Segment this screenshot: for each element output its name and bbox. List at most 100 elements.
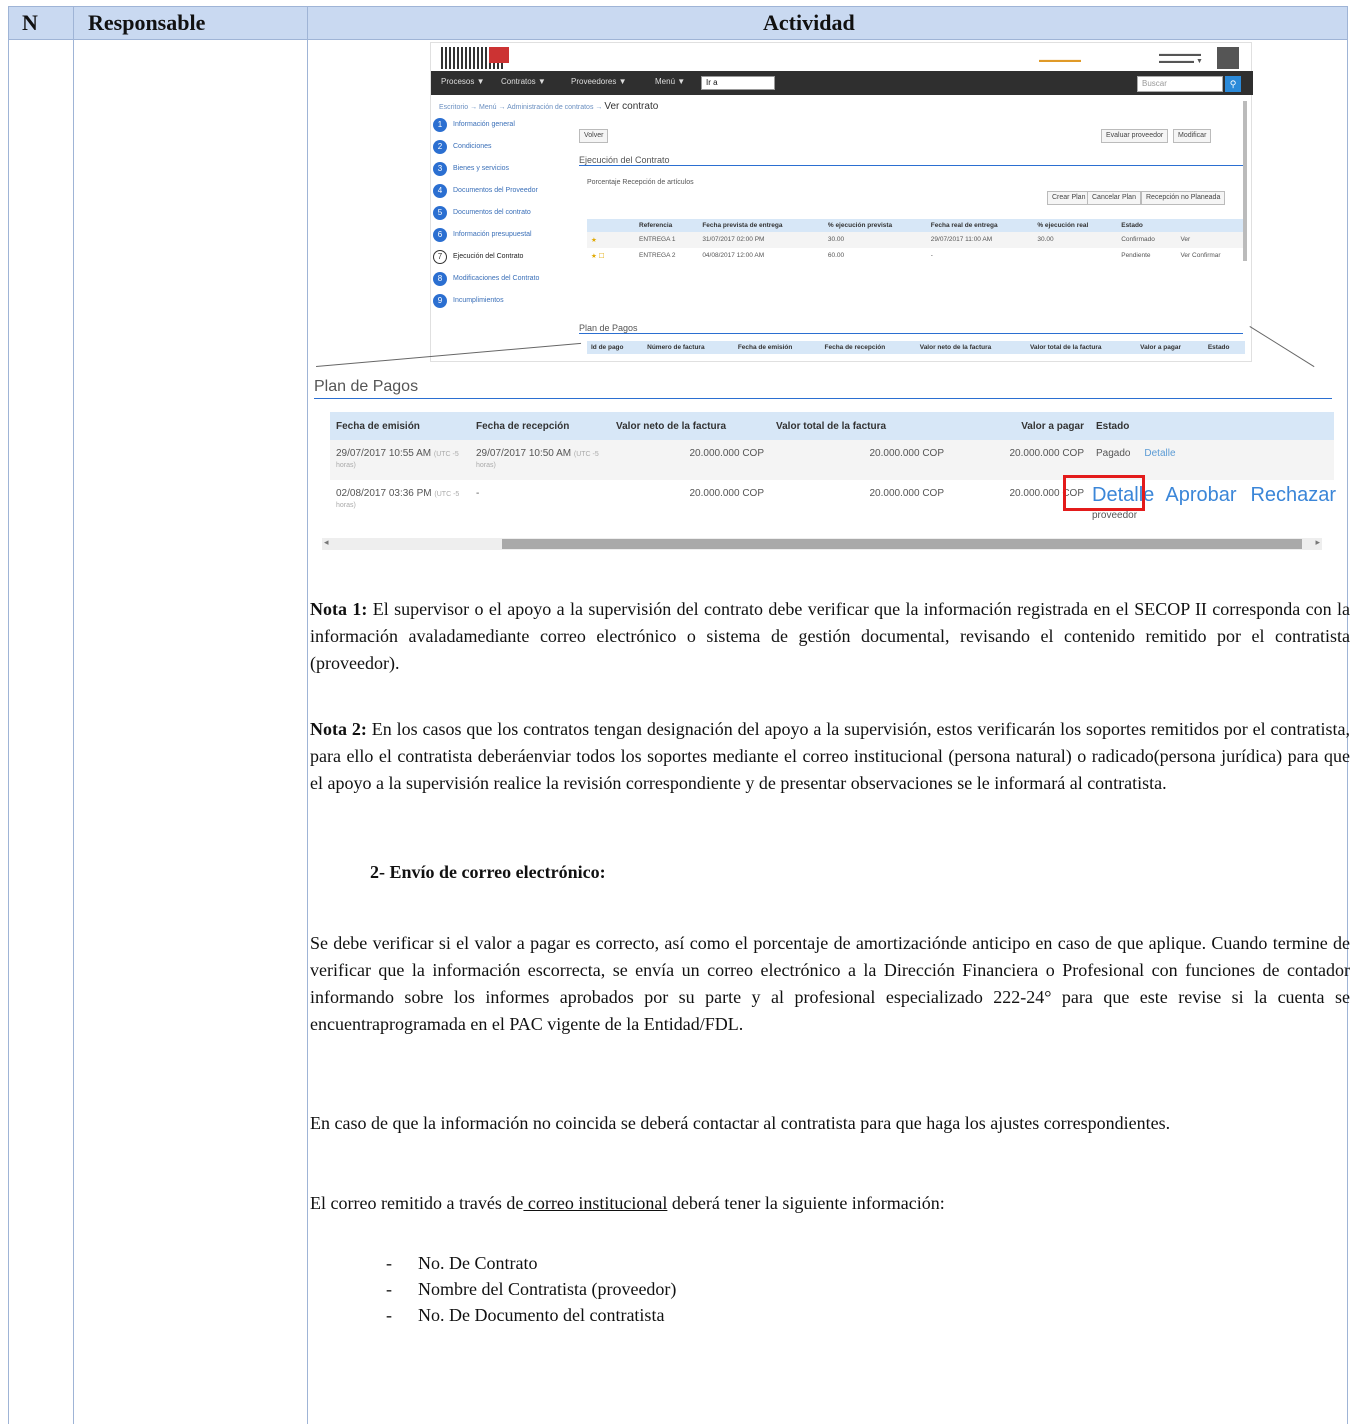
crear-plan-button[interactable]: Crear Plan	[1047, 191, 1091, 205]
user-info: ▬▬▬▬▬▬ ▬▬▬▬▬ ▼	[1159, 51, 1203, 65]
zoom-connector-right	[1249, 326, 1315, 368]
th: Estado	[1117, 219, 1177, 232]
td: 20.000.000 COP	[770, 440, 950, 480]
table-divider-1	[73, 6, 74, 1424]
sidebar-item[interactable]: 8 Modificaciones del Contrato	[431, 271, 565, 293]
td: 20.000.000 COP	[610, 440, 770, 480]
bullet-dash: -	[386, 1279, 392, 1299]
breadcrumb-path[interactable]: Escritorio → Menú → Administración de co…	[439, 104, 602, 111]
td: 20.000.000 COP	[689, 488, 765, 499]
paragraph-3: El correo remitido a través de correo in…	[310, 1190, 1350, 1217]
nav-proveedores[interactable]: Proveedores ▼	[571, 77, 627, 86]
header-responsable: Responsable	[88, 10, 206, 35]
sidebar-item[interactable]: 5 Documentos del contrato	[431, 205, 565, 227]
table-row: 02/08/2017 03:36 PM (UTC -5 horas) - 20.…	[330, 480, 1336, 521]
th	[587, 219, 635, 232]
nav-contratos[interactable]: Contratos ▼	[501, 77, 546, 86]
th: % ejecución prevista	[823, 219, 927, 232]
table-divider-2	[307, 6, 308, 1424]
list-item: - No. De Documento del contratista	[386, 1302, 676, 1328]
nav-select[interactable]: Ir a	[701, 76, 775, 90]
th: Id de pago	[587, 341, 644, 354]
td: ENTREGA 2	[639, 252, 676, 259]
nav-menu[interactable]: Menú ▼	[655, 77, 685, 86]
sidebar-item[interactable]: 4 Documentos del Proveedor	[431, 183, 565, 205]
th: Valor a pagar	[950, 412, 1090, 440]
cancelar-plan-button[interactable]: Cancelar Plan	[1087, 191, 1141, 205]
td: Pagado Detalle	[1090, 440, 1334, 480]
detalle-link[interactable]: Detalle	[1144, 448, 1175, 459]
bullet-dash: -	[386, 1253, 392, 1273]
list-item-text: No. De Documento del contratista	[418, 1305, 665, 1325]
estado: Pagado	[1096, 448, 1131, 459]
radio-options[interactable]: Porcentaje Recepción de artículos	[587, 179, 694, 186]
evaluate-provider-button[interactable]: Evaluar proveedor	[1101, 129, 1169, 143]
table-header-row: Id de pago Número de factura Fecha de em…	[587, 341, 1245, 354]
list-item: - Nombre del Contratista (proveedor)	[386, 1276, 676, 1302]
td: Confirmado	[1121, 236, 1155, 243]
sidebar-item[interactable]: 6 Información presupuestal	[431, 227, 565, 249]
list-item-text: No. De Contrato	[418, 1253, 538, 1273]
rechazar-link[interactable]: Rechazar	[1250, 484, 1336, 506]
sidebar-item-label: Incumplimientos	[453, 297, 504, 304]
star-icon: ★ ☐	[591, 253, 605, 260]
horizontal-scrollbar[interactable]: ◂ ▸	[322, 537, 1322, 550]
th: Referencia	[635, 219, 699, 232]
step-number: 2	[433, 140, 447, 154]
nota-2-label: Nota 2:	[310, 719, 367, 739]
correo-institucional-link[interactable]: correo institucional	[523, 1193, 667, 1213]
sidebar-item[interactable]: 9 Incumplimientos	[431, 293, 565, 315]
scroll-thumb[interactable]	[502, 539, 1302, 549]
sidebar-item-label: Bienes y servicios	[453, 165, 510, 172]
step-number: 1	[433, 118, 447, 132]
scroll-left-icon[interactable]: ◂	[324, 537, 329, 548]
table-row: ★ ☐ ENTREGA 2 04/08/2017 12:00 AM 60.00 …	[587, 248, 1245, 264]
step-number: 7	[433, 250, 447, 264]
vertical-scrollbar[interactable]	[1243, 101, 1247, 261]
avatar[interactable]	[1217, 47, 1239, 69]
sidebar-item-label: Documentos del Proveedor	[453, 187, 538, 194]
th: Valor neto de la factura	[610, 412, 770, 440]
nav-procesos[interactable]: Procesos ▼	[441, 77, 485, 86]
aprobar-link[interactable]: Aprobar	[1165, 484, 1236, 506]
th	[1176, 219, 1245, 232]
header-actividad: Actividad	[763, 10, 855, 35]
execution-table: Referencia Fecha prevista de entrega % e…	[587, 219, 1245, 264]
ver-confirmar-link[interactable]: Ver Confirmar	[1176, 248, 1245, 264]
search-icon[interactable]: ⚲	[1225, 76, 1241, 92]
paragraph-2: En caso de que la información no coincid…	[310, 1113, 1171, 1133]
td: 30.00	[827, 236, 845, 243]
ver-link[interactable]: Ver	[1176, 232, 1245, 248]
back-button[interactable]: Volver	[579, 129, 609, 143]
sidebar: 1 Información general 2 Condiciones 3 Biene…	[431, 117, 565, 315]
estado: proveedor	[1092, 510, 1138, 521]
th: Fecha prevista de entrega	[698, 219, 824, 232]
td: 04/08/2017 12:00 AM	[702, 252, 765, 259]
td: 30.00	[1037, 236, 1054, 243]
table-row: ★ ENTREGA 1 31/07/2017 02:00 PM 30.00 29…	[587, 232, 1245, 248]
step-number: 3	[433, 162, 447, 176]
td: 31/07/2017 02:00 PM	[702, 236, 765, 243]
sidebar-item[interactable]: 2 Condiciones	[431, 139, 565, 161]
td: 20.000.000 COP	[950, 440, 1090, 480]
th: Número de factura	[643, 341, 734, 354]
th: Fecha de emisión	[733, 341, 821, 354]
section-heading: 2- Envío de correo electrónico:	[370, 862, 606, 882]
sidebar-item[interactable]: 1 Información general	[431, 117, 565, 139]
th: Valor a pagar	[1136, 341, 1204, 354]
sidebar-item-active[interactable]: 7 Ejecución del Contrato	[431, 249, 565, 271]
recepcion-button[interactable]: Recepción no Planeada	[1141, 191, 1226, 205]
td: 29/07/2017 11:00 AM	[930, 236, 993, 243]
th: Fecha real de entrega	[926, 219, 1034, 232]
th: Valor total de la factura	[770, 412, 950, 440]
nota-1-label: Nota 1:	[310, 599, 368, 619]
th: Valor neto de la factura	[915, 341, 1026, 354]
search-input[interactable]: Buscar	[1137, 76, 1223, 92]
step-number: 8	[433, 272, 447, 286]
step-number: 5	[433, 206, 447, 220]
plan-pagos-underline	[314, 398, 1332, 399]
td: 20.000.000 COP	[869, 488, 945, 499]
scroll-right-icon[interactable]: ▸	[1315, 537, 1320, 548]
sidebar-item[interactable]: 3 Bienes y servicios	[431, 161, 565, 183]
modify-button[interactable]: Modificar	[1173, 129, 1212, 143]
